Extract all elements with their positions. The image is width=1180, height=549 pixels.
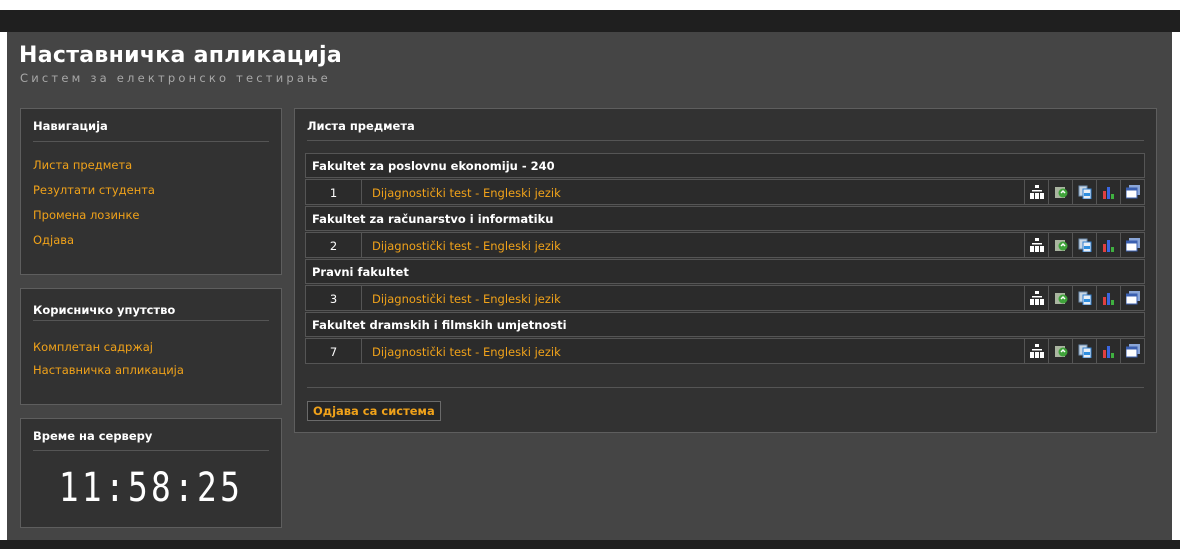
- nav-link-logout[interactable]: Одјава: [33, 233, 74, 247]
- subject-row: 2 Dijagnostički test - Engleski jezik: [305, 232, 1145, 258]
- window-icon[interactable]: [1120, 180, 1144, 204]
- manual-link-teacher-app[interactable]: Наставничка апликација: [33, 363, 184, 377]
- divider: [33, 141, 269, 142]
- refresh-icon[interactable]: [1048, 286, 1072, 310]
- copy-icon[interactable]: [1072, 339, 1096, 363]
- row-actions: [1024, 233, 1144, 257]
- copy-icon[interactable]: [1072, 180, 1096, 204]
- copy-icon[interactable]: [1072, 233, 1096, 257]
- subject-row: 1 Dijagnostički test - Engleski jezik: [305, 179, 1145, 205]
- refresh-icon[interactable]: [1048, 180, 1072, 204]
- window-icon[interactable]: [1120, 339, 1144, 363]
- bar-chart-icon[interactable]: [1096, 286, 1120, 310]
- subject-row: 3 Dijagnostički test - Engleski jezik: [305, 285, 1145, 311]
- hierarchy-icon[interactable]: [1024, 339, 1048, 363]
- row-actions: [1024, 286, 1144, 310]
- subject-number: 1: [329, 186, 338, 200]
- subject-list-panel: Листа предмета Fakultet za poslovnu ekon…: [294, 108, 1157, 433]
- faculty-group-row: Fakultet za poslovnu ekonomiju - 240: [305, 153, 1145, 178]
- subject-number: 2: [329, 239, 338, 253]
- window-icon[interactable]: [1120, 286, 1144, 310]
- user-manual-title: Корисничко упутство: [33, 303, 176, 317]
- row-actions: [1024, 180, 1144, 204]
- subject-number: 3: [329, 292, 338, 306]
- divider: [361, 339, 362, 363]
- manual-link-full-content[interactable]: Комплетан садржај: [33, 340, 153, 354]
- app-title: Наставничка апликација: [19, 43, 343, 68]
- copy-icon[interactable]: [1072, 286, 1096, 310]
- server-time-title: Време на серверу: [33, 429, 153, 443]
- subject-link[interactable]: Dijagnostički test - Engleski jezik: [372, 339, 561, 365]
- user-manual-panel: Корисничко упутство Комплетан садржај На…: [20, 288, 282, 405]
- navigation-title: Навигација: [33, 119, 108, 133]
- bottom-bar: [0, 540, 1180, 549]
- subject-table: Fakultet za poslovnu ekonomiju - 240 1 Dij…: [305, 153, 1145, 365]
- nav-link-change-password[interactable]: Промена лозинке: [33, 208, 139, 222]
- bar-chart-icon[interactable]: [1096, 233, 1120, 257]
- subject-row: 7 Dijagnostički test - Engleski jezik: [305, 338, 1145, 364]
- divider: [33, 320, 269, 321]
- system-logout-button[interactable]: Одјава са система: [307, 401, 441, 421]
- refresh-icon[interactable]: [1048, 339, 1072, 363]
- faculty-group-row: Pravni fakultet: [305, 259, 1145, 284]
- subject-list-title: Листа предмета: [307, 119, 415, 133]
- divider: [33, 450, 269, 451]
- navigation-panel: Навигација Листа предмета Резултати студ…: [20, 108, 282, 275]
- row-actions: [1024, 339, 1144, 363]
- top-bar: [0, 10, 1180, 32]
- app-subtitle: Систем за електронско тестирање: [20, 71, 331, 85]
- server-time-panel: Време на серверу 11:58:25: [20, 418, 282, 528]
- divider: [361, 233, 362, 257]
- divider: [307, 387, 1144, 388]
- refresh-icon[interactable]: [1048, 233, 1072, 257]
- server-clock: 11:58:25: [58, 465, 244, 511]
- hierarchy-icon[interactable]: [1024, 286, 1048, 310]
- subject-link[interactable]: Dijagnostički test - Engleski jezik: [372, 180, 561, 206]
- subject-number: 7: [329, 345, 338, 359]
- hierarchy-icon[interactable]: [1024, 233, 1048, 257]
- faculty-group-row: Fakultet dramskih i filmskih umjetnosti: [305, 312, 1145, 337]
- faculty-group-row: Fakultet za računarstvo i informatiku: [305, 206, 1145, 231]
- subject-link[interactable]: Dijagnostički test - Engleski jezik: [372, 286, 561, 312]
- bar-chart-icon[interactable]: [1096, 339, 1120, 363]
- nav-link-subject-list[interactable]: Листа предмета: [33, 158, 132, 172]
- hierarchy-icon[interactable]: [1024, 180, 1048, 204]
- subject-link[interactable]: Dijagnostički test - Engleski jezik: [372, 233, 561, 259]
- nav-link-student-results[interactable]: Резултати студента: [33, 183, 155, 197]
- divider: [361, 286, 362, 310]
- window-icon[interactable]: [1120, 233, 1144, 257]
- bar-chart-icon[interactable]: [1096, 180, 1120, 204]
- divider: [361, 180, 362, 204]
- divider: [307, 140, 1144, 141]
